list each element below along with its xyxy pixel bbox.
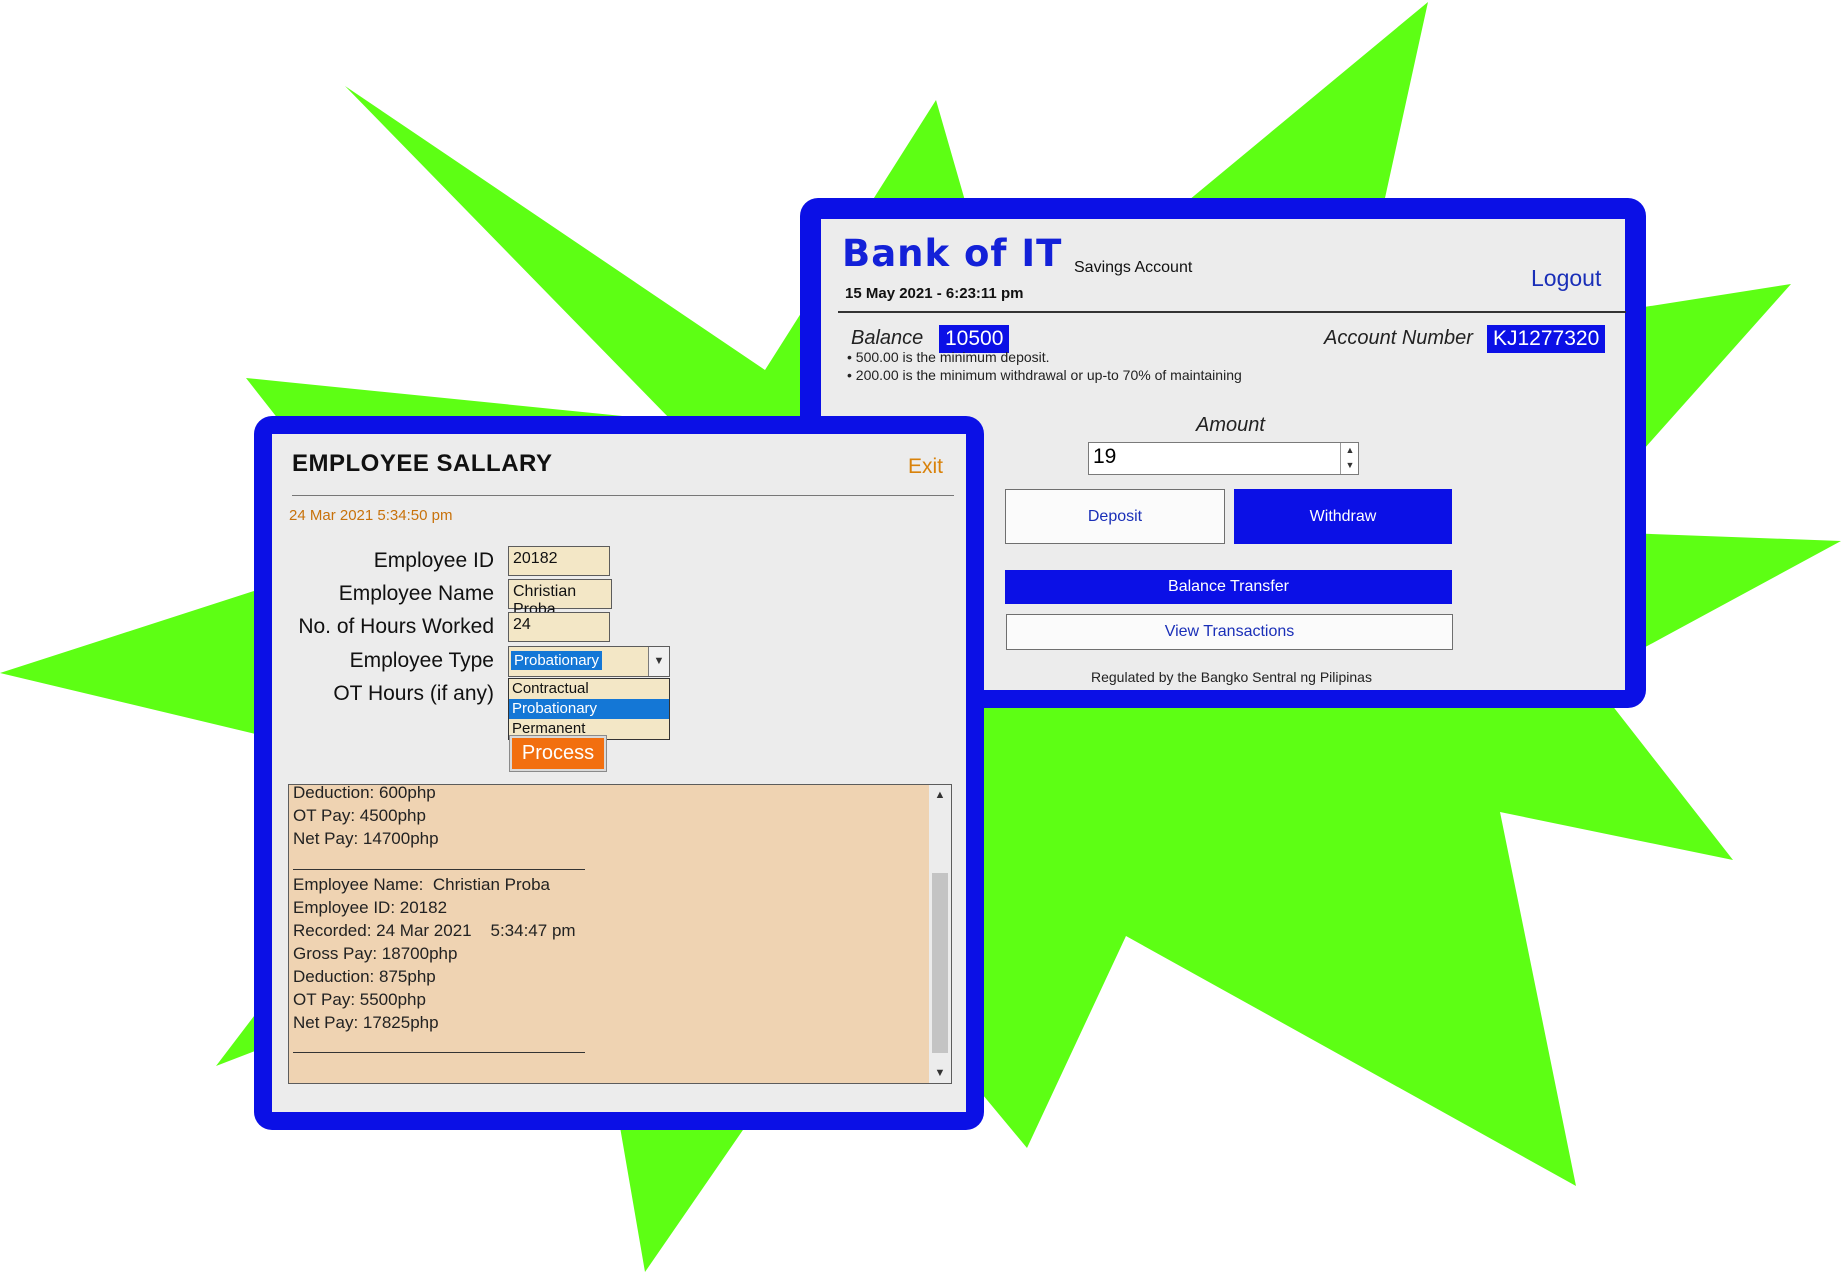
employee-type-select[interactable]: Probationary ▼ xyxy=(508,646,670,677)
hours-worked-label: No. of Hours Worked xyxy=(298,615,494,638)
output-scrollbar[interactable]: ▲ ▼ xyxy=(929,785,951,1083)
note-min-deposit: • 500.00 is the minimum deposit. xyxy=(847,349,1050,365)
salary-output-textarea[interactable]: Deduction: 600php OT Pay: 4500php Net Pa… xyxy=(288,784,952,1084)
employee-type-dropdown: Contractual Probationary Permanent xyxy=(508,678,670,740)
regulator-footer: Regulated by the Bangko Sentral ng Pilip… xyxy=(1091,669,1372,685)
balance-transfer-button[interactable]: Balance Transfer xyxy=(1005,570,1452,604)
header-divider xyxy=(838,311,1626,313)
output-line: Deduction: 600php xyxy=(293,784,436,802)
account-number-value: KJ1277320 xyxy=(1487,325,1606,353)
scroll-up-icon[interactable]: ▲ xyxy=(929,785,951,805)
amount-spinner[interactable]: ▲ ▼ xyxy=(1340,443,1359,474)
logout-link[interactable]: Logout xyxy=(1531,265,1601,292)
ot-hours-label: OT Hours (if any) xyxy=(333,682,494,705)
option-probationary[interactable]: Probationary xyxy=(509,699,669,719)
output-line: Recorded: 24 Mar 2021 5:34:47 pm xyxy=(293,921,576,940)
scroll-down-icon[interactable]: ▼ xyxy=(929,1063,951,1083)
chevron-down-icon[interactable]: ▼ xyxy=(648,647,669,676)
option-contractual[interactable]: Contractual xyxy=(509,679,669,699)
withdraw-button[interactable]: Withdraw xyxy=(1234,489,1452,544)
employee-id-label: Employee ID xyxy=(373,549,494,572)
employee-type-label: Employee Type xyxy=(349,649,494,672)
employee-name-field[interactable]: Christian Proba xyxy=(508,579,612,618)
view-transactions-button[interactable]: View Transactions xyxy=(1006,614,1453,650)
output-line: Net Pay: 17825php xyxy=(293,1013,439,1032)
output-line: OT Pay: 5500php xyxy=(293,990,426,1009)
amount-input[interactable]: 19 xyxy=(1088,442,1359,475)
output-line: Net Pay: 14700php xyxy=(293,829,439,848)
record-separator xyxy=(293,1052,585,1053)
amount-label: Amount xyxy=(1196,414,1265,436)
salary-panel: EMPLOYEE SALLARY Exit 24 Mar 2021 5:34:5… xyxy=(272,434,966,1112)
bank-title: Bank of IT xyxy=(842,232,1063,275)
salary-datetime: 24 Mar 2021 5:34:50 pm xyxy=(289,507,453,524)
bank-datetime: 15 May 2021 - 6:23:11 pm xyxy=(845,285,1024,302)
employee-name-label: Employee Name xyxy=(338,582,494,605)
output-line: Deduction: 875php xyxy=(293,967,436,986)
output-line: Employee ID: 20182 xyxy=(293,898,448,917)
account-number-label: Account Number xyxy=(1324,327,1473,349)
employee-id-field[interactable]: 20182 xyxy=(508,546,610,576)
hours-worked-field[interactable]: 24 xyxy=(508,612,610,642)
spinner-down-icon[interactable]: ▼ xyxy=(1341,458,1359,473)
note-min-withdrawal: • 200.00 is the minimum withdrawal or up… xyxy=(847,367,1242,383)
output-line: Employee Name: Christian Proba xyxy=(293,875,551,894)
process-button[interactable]: Process xyxy=(509,735,607,772)
exit-link[interactable]: Exit xyxy=(908,455,943,479)
salary-window: EMPLOYEE SALLARY Exit 24 Mar 2021 5:34:5… xyxy=(254,416,984,1130)
employee-type-value: Probationary xyxy=(511,651,603,670)
salary-title: EMPLOYEE SALLARY xyxy=(292,450,553,477)
deposit-button[interactable]: Deposit xyxy=(1005,489,1225,544)
output-line: Gross Pay: 18700php xyxy=(293,944,458,963)
balance-label: Balance xyxy=(851,327,924,349)
output-line: OT Pay: 4500php xyxy=(293,806,426,825)
record-separator xyxy=(293,869,585,870)
bank-subtitle: Savings Account xyxy=(1074,259,1193,276)
scroll-thumb[interactable] xyxy=(932,873,948,1053)
salary-header-divider xyxy=(292,495,954,496)
spinner-up-icon[interactable]: ▲ xyxy=(1341,443,1359,458)
